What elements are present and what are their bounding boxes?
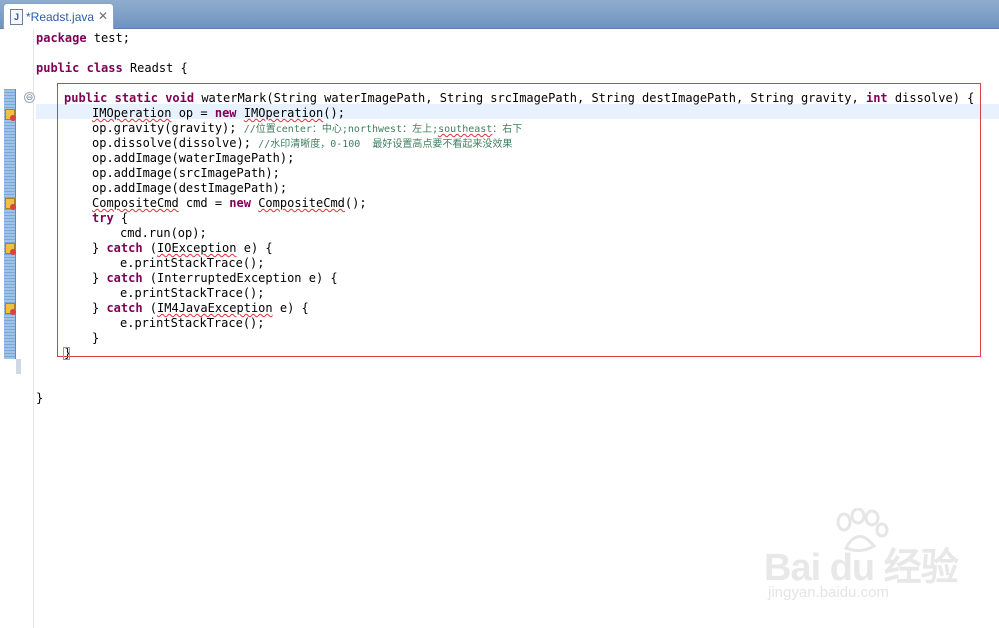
collapse-icon[interactable]: ⊖ <box>24 92 35 103</box>
baidu-jingyan-watermark: Bai du 经验 jingyan.baidu.com <box>760 508 990 610</box>
code-token: public <box>36 61 80 75</box>
editor-tab-bar: J *Readst.java ✕ <box>0 0 999 30</box>
warning-marker-icon[interactable] <box>5 303 16 315</box>
code-token: test; <box>86 31 130 45</box>
warning-marker-icon[interactable] <box>5 198 16 210</box>
warning-marker-icon[interactable] <box>5 109 16 121</box>
ruler-marker <box>16 359 21 374</box>
code-token: Readst { <box>122 61 188 75</box>
bracket-match-box <box>63 347 70 360</box>
watermark-url: jingyan.baidu.com <box>768 584 889 601</box>
code-line: package test; <box>36 31 130 46</box>
highlight-box <box>57 83 981 357</box>
code-line: public class Readst { <box>36 61 188 76</box>
fold-ruler <box>33 29 34 628</box>
code-token: class <box>86 61 123 75</box>
watermark-brand: Bai du 经验 <box>764 547 959 589</box>
close-icon[interactable]: ✕ <box>98 9 108 23</box>
code-token: package <box>36 31 87 45</box>
tab-title: *Readst.java <box>26 10 95 24</box>
changed-lines-indicator <box>4 89 16 359</box>
java-file-icon: J <box>10 9 23 25</box>
code-line: } <box>36 391 44 405</box>
tab-readst-java[interactable]: J *Readst.java ✕ <box>3 3 114 30</box>
warning-marker-icon[interactable] <box>5 243 16 255</box>
